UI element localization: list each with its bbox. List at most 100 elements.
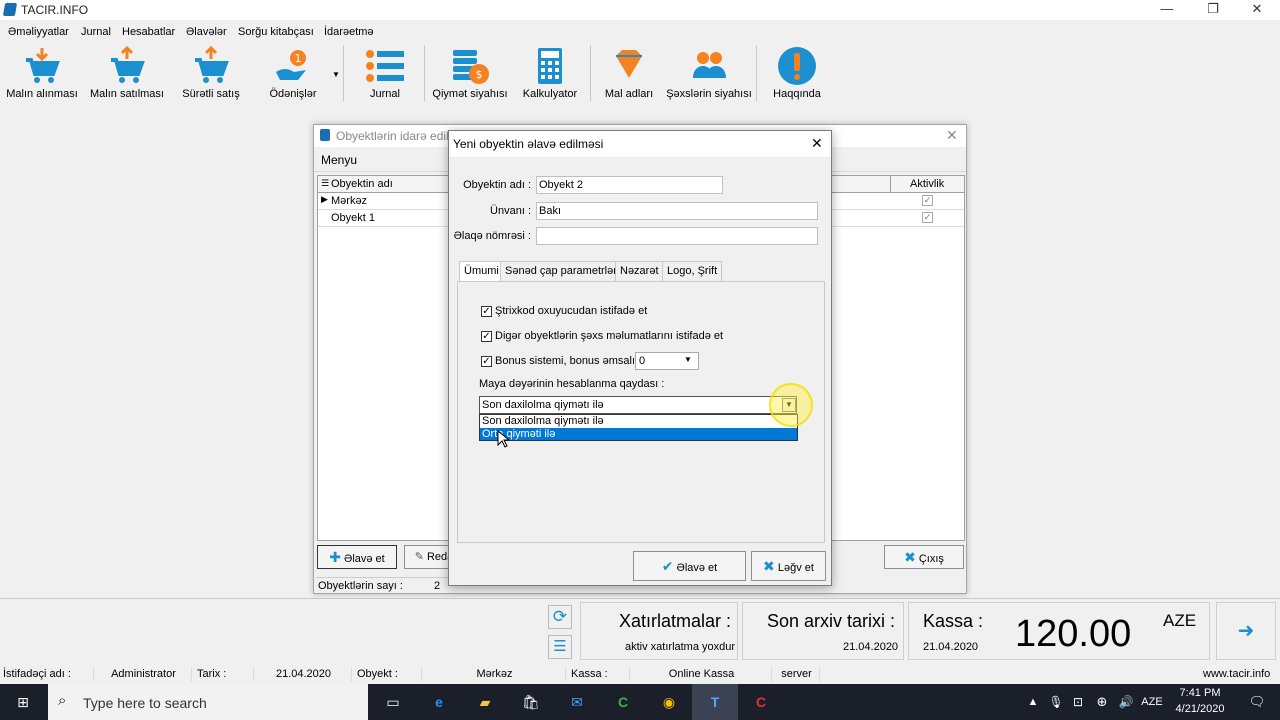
add-object-button[interactable]: ✚ Əlavə et — [317, 545, 397, 569]
file-explorer-icon[interactable]: ▰ — [462, 684, 508, 720]
archive-date: 21.04.2020 — [843, 641, 899, 653]
recorder-icon[interactable]: C — [738, 684, 784, 720]
app-title: TACIR.INFO — [21, 3, 89, 17]
globe-icon[interactable]: ⊕ — [1090, 684, 1114, 720]
taskbar: ⊞ ⌕ Type here to search ▭ e ▰ 🛍 ✉ C ◉ T … — [0, 684, 1280, 720]
col-active-header: Aktivlik — [910, 178, 945, 190]
objects-count-label: Obyektlərin sayı : — [318, 580, 403, 592]
mail-icon[interactable]: ✉ — [554, 684, 600, 720]
arrow-right-icon[interactable]: ➜ — [1216, 602, 1276, 660]
cart-up-icon — [111, 46, 145, 83]
reminders-value[interactable]: aktiv xatırlatma yoxdur — [625, 641, 735, 653]
bonus-checkbox[interactable]: ✓ — [481, 356, 492, 367]
objects-window-close-icon[interactable]: ✕ — [946, 127, 958, 144]
restore-button[interactable]: ❐ — [1190, 0, 1236, 20]
phone-input[interactable] — [536, 227, 818, 245]
ok-button[interactable]: ✔ Əlavə et — [633, 551, 746, 581]
tab-general[interactable]: Ümumi — [459, 261, 504, 283]
refresh-icon[interactable]: ⟳ — [548, 605, 572, 629]
about-button[interactable]: Haqqında — [764, 42, 830, 104]
list-icon[interactable]: ☰ — [548, 635, 572, 659]
website[interactable]: www.tacir.info — [1200, 667, 1280, 682]
mouse-cursor-icon — [497, 430, 509, 448]
calculator-button[interactable]: Kalkulyator — [517, 42, 583, 104]
product-names-button[interactable]: Mal adları — [598, 42, 660, 104]
persons-list-button[interactable]: Şəxslərin siyahısı — [664, 42, 754, 104]
coins-icon: $ — [453, 50, 489, 84]
menu-operations[interactable]: Əməliyyatlar — [8, 26, 69, 38]
sale-button[interactable]: Malın satılması — [86, 42, 168, 104]
tab-logo-font[interactable]: Logo, Şrift — [662, 261, 723, 281]
journal-button[interactable]: Jurnal — [352, 42, 418, 104]
tab-print-params[interactable]: Sənəd çap parametrləri — [500, 261, 625, 281]
object-name-input[interactable]: Obyekt 2 — [536, 176, 723, 194]
minimize-button[interactable]: — — [1144, 0, 1190, 20]
objects-count-bar: Obyektlərin sayı : 2 — [316, 577, 466, 593]
menu-journal[interactable]: Jurnal — [81, 26, 111, 38]
clock-date[interactable]: 4/21/2020 — [1170, 703, 1230, 715]
menu-bar: Əməliyyatlar Jurnal Hesabatlar Əlavələr … — [0, 22, 1280, 42]
edge-icon[interactable]: e — [416, 684, 462, 720]
bonus-select[interactable]: 0 ▼ — [635, 352, 699, 370]
objects-menu[interactable]: Menyu — [321, 153, 357, 167]
notifications-icon[interactable]: 🗨 — [1234, 684, 1280, 720]
address-input[interactable]: Bakı — [536, 202, 818, 220]
camtasia-icon[interactable]: C — [600, 684, 646, 720]
cart-down-icon — [26, 48, 60, 83]
calculator-icon — [538, 48, 562, 84]
chrome-icon[interactable]: ◉ — [646, 684, 692, 720]
menu-additions[interactable]: Əlavələr — [186, 26, 227, 38]
task-view-icon[interactable]: ▭ — [370, 684, 416, 720]
server-value: server — [774, 667, 820, 682]
cost-method-select[interactable]: Son daxilolma qiymətı ilə ▼ — [479, 396, 797, 414]
microphone-icon[interactable]: 🎙 — [1044, 684, 1068, 720]
clock-time[interactable]: 7:41 PM — [1170, 687, 1230, 699]
dropdown-option[interactable]: Son daxilolma qiymətı ilə — [480, 415, 797, 427]
object-value: Mərkəz — [424, 667, 566, 682]
reminders-panel: Xatırlatmalar : aktiv xatırlatma yoxdur — [580, 602, 738, 660]
exit-button[interactable]: ✖ Çıxış — [884, 545, 964, 569]
tacir-app-icon[interactable]: T — [692, 684, 738, 720]
menu-management[interactable]: İdarəetmə — [324, 26, 374, 38]
active-checkbox[interactable]: ✓ — [922, 212, 933, 223]
purchase-button[interactable]: Malın alınması — [2, 42, 82, 104]
payments-button[interactable]: 1 Ödənişlər — [260, 42, 326, 104]
date-value: 21.04.2020 — [256, 667, 352, 682]
toolbar-separator — [756, 45, 757, 101]
name-label: Obyektin adı : — [463, 179, 531, 191]
dialog-close-icon[interactable]: ✕ — [811, 135, 823, 152]
objects-count-value: 2 — [434, 580, 441, 592]
toolbar-separator — [424, 45, 425, 101]
shared-persons-label: Digər obyektlərin şəxs məlumatlarını ist… — [495, 330, 724, 342]
store-icon[interactable]: 🛍 — [508, 684, 554, 720]
toolbar-separator — [343, 45, 344, 101]
tab-control[interactable]: Nəzarət — [615, 261, 664, 281]
tab-panel: ✓ Ştrixkod oxuyucudan istifadə et ✓ Digə… — [457, 281, 825, 543]
bottom-panel: ⟳ ☰ Xatırlatmalar : aktiv xatırlatma yox… — [0, 598, 1280, 664]
tray-expand-icon[interactable]: ▲ — [1020, 684, 1046, 720]
barcode-checkbox[interactable]: ✓ — [481, 306, 492, 317]
language-indicator[interactable]: AZE — [1138, 684, 1166, 720]
shared-persons-checkbox[interactable]: ✓ — [481, 331, 492, 342]
row-name: Obyekt 1 — [331, 212, 376, 224]
price-list-button[interactable]: $ Qiymət siyahısı — [432, 42, 508, 104]
windows-start-icon[interactable]: ⊞ — [0, 684, 46, 720]
active-checkbox[interactable]: ✓ — [922, 195, 933, 206]
network-icon[interactable]: ⊡ — [1066, 684, 1090, 720]
cash-date: 21.04.2020 — [923, 641, 979, 653]
check-icon: ✔ — [661, 558, 674, 574]
toolbar: Malın alınması Malın satılması Sürətli s… — [0, 42, 1280, 104]
close-app-button[interactable]: ✕ — [1234, 0, 1280, 20]
list-icon — [366, 50, 404, 82]
cancel-button[interactable]: ✖ Ləğv et — [751, 551, 826, 581]
dropdown-option-selected[interactable]: Orta qiyməti ilə — [480, 428, 797, 440]
volume-icon[interactable]: 🔊 — [1114, 684, 1138, 720]
quick-sale-button[interactable]: Sürətli satış — [178, 42, 244, 104]
app-logo-icon — [2, 3, 18, 16]
menu-reports[interactable]: Hesabatlar — [122, 26, 175, 38]
payments-dropdown-icon[interactable]: ▼ — [332, 70, 340, 79]
taskbar-search[interactable]: ⌕ Type here to search — [48, 684, 368, 720]
menu-reference[interactable]: Sorğu kitabçası — [238, 26, 314, 38]
cash-amount: 120.00 — [1015, 613, 1132, 655]
close-x-icon: ✖ — [904, 549, 916, 565]
